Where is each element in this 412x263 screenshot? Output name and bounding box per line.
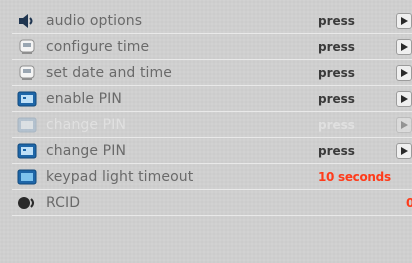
pin-keypad-icon [16, 90, 38, 108]
row-value: press [318, 13, 355, 28]
row-value: press [318, 117, 355, 132]
row-value: press [318, 91, 355, 106]
settings-menu: audio options press configure time press [0, 0, 412, 263]
clock-phone-icon [16, 38, 38, 56]
menu-row-change-pin-disabled: change PIN press [12, 112, 412, 138]
rcid-icon [16, 194, 38, 212]
row-value: press [318, 65, 355, 80]
row-label: RCID [46, 194, 81, 211]
arrow-right-icon[interactable] [396, 12, 412, 29]
pin-keypad-icon [16, 116, 38, 134]
menu-row-configure-time[interactable]: configure time press [12, 34, 412, 60]
row-label: enable PIN [46, 90, 122, 107]
speaker-icon [16, 12, 38, 30]
arrow-right-icon[interactable] [396, 38, 412, 55]
arrow-right-icon[interactable] [396, 142, 412, 159]
menu-row-enable-pin[interactable]: enable PIN press [12, 86, 412, 112]
row-label: audio options [46, 12, 143, 29]
menu-row-rcid[interactable]: RCID 0 [12, 190, 412, 216]
row-label: change PIN [46, 116, 127, 133]
row-value: press [318, 39, 355, 54]
row-label: keypad light timeout [46, 168, 194, 185]
arrow-right-icon[interactable] [396, 90, 412, 107]
menu-row-change-pin[interactable]: change PIN press [12, 138, 412, 164]
row-value: press [318, 143, 355, 158]
menu-row-set-date-and-time[interactable]: set date and time press [12, 60, 412, 86]
keypad-light-icon [16, 168, 38, 186]
menu-row-keypad-light-timeout[interactable]: keypad light timeout 10 seconds [12, 164, 412, 190]
row-value: 10 seconds [318, 169, 391, 184]
row-label: configure time [46, 38, 150, 55]
menu-row-audio-options[interactable]: audio options press [12, 8, 412, 34]
row-label: change PIN [46, 142, 127, 159]
arrow-right-icon[interactable] [396, 64, 412, 81]
row-label: set date and time [46, 64, 172, 81]
arrow-right-icon [396, 116, 412, 133]
date-phone-icon [16, 64, 38, 82]
row-value: 0 [406, 195, 412, 210]
pin-keypad-icon [16, 142, 38, 160]
